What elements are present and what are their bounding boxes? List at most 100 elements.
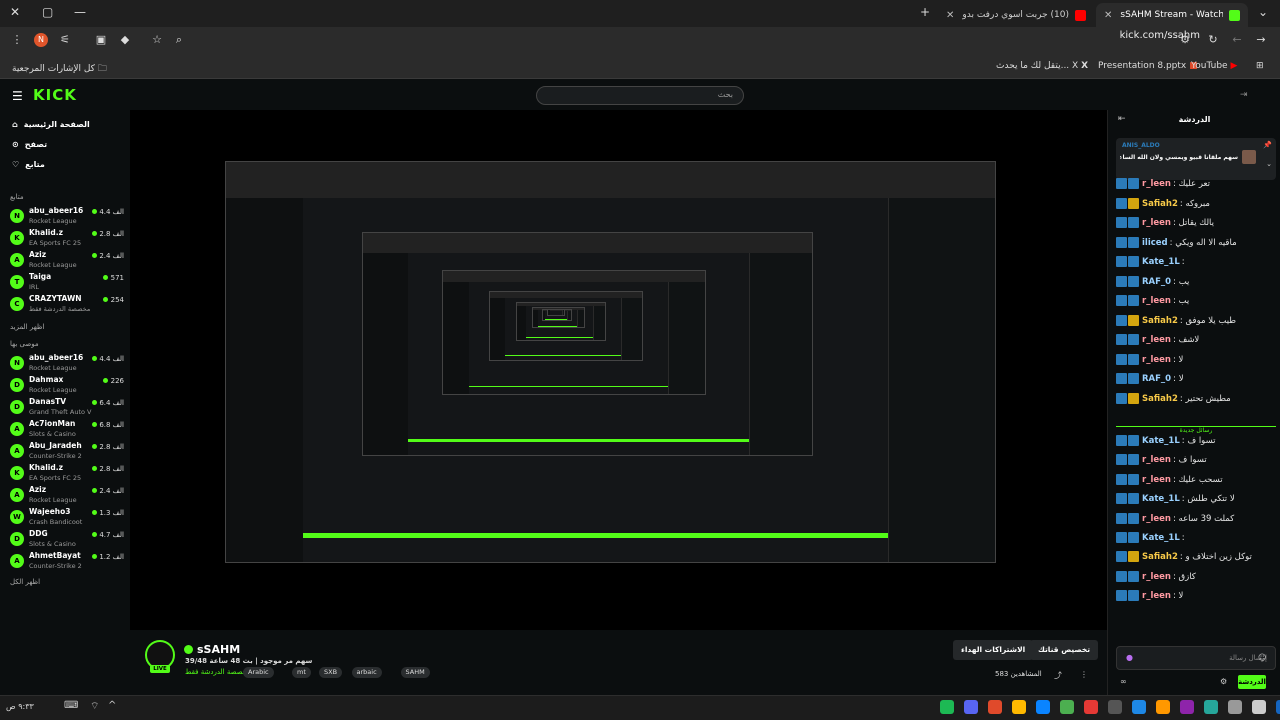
tray-chevron-icon[interactable]: ^: [108, 700, 116, 711]
sidebar-channel[interactable]: Nabu_abeer16 Rocket League 4.4 الف: [10, 353, 124, 375]
chat-message[interactable]: Safiah2: مطيش تحتير: [1116, 392, 1278, 411]
chat-message[interactable]: r_leen: تسحب عليك: [1116, 473, 1278, 492]
spotify-icon[interactable]: [940, 700, 954, 714]
show-all-recommended[interactable]: اظهر الكل: [10, 578, 40, 586]
tab-search-icon[interactable]: ⌄: [1258, 5, 1268, 19]
pinned-message[interactable]: ANIS_ALDO سهم ملقانا قبيو ويمسي ولان الل…: [1116, 138, 1276, 180]
close-window-icon[interactable]: ✕: [10, 5, 20, 19]
chat-username[interactable]: r_leen: [1142, 591, 1171, 601]
sidebar-channel[interactable]: D Dahmax Rocket League 226: [10, 375, 124, 397]
keyboard-icon[interactable]: ⌨: [64, 700, 78, 711]
sidebar-channel[interactable]: A Abu_Jaradeh Counter-Strike 2 2.8 الف: [10, 441, 124, 463]
chat-username[interactable]: Kate_1L: [1142, 533, 1180, 543]
chat-message[interactable]: Safiah2: طيب يلا موفق: [1116, 314, 1278, 333]
site-settings-icon[interactable]: ⚙: [1178, 33, 1192, 47]
sidebar-channel[interactable]: Nabu_abeer16 Rocket League 4.4 الف: [10, 206, 124, 228]
chat-username[interactable]: RAF_0: [1142, 374, 1171, 384]
chat-username[interactable]: r_leen: [1142, 296, 1171, 306]
chat-username[interactable]: r_leen: [1142, 514, 1171, 524]
back-icon[interactable]: →: [1254, 33, 1268, 47]
sidebar-channel[interactable]: T Taiga IRL 571: [10, 272, 124, 294]
menu-icon[interactable]: ⋮: [10, 33, 24, 47]
nav-home[interactable]: ⌂ الصفحة الرئيسية: [12, 120, 90, 129]
extensions-icon[interactable]: ⚟: [58, 33, 72, 47]
terminal-icon[interactable]: [1108, 700, 1122, 714]
nav-following[interactable]: ♡ متابع: [12, 160, 45, 169]
chat-message[interactable]: r_leen: كازق: [1116, 570, 1278, 589]
chat-message[interactable]: r_leen: يالك يقاتل: [1116, 217, 1278, 235]
taskview-icon[interactable]: [1228, 700, 1242, 714]
chat-username[interactable]: iliced: [1142, 238, 1168, 248]
chat-message[interactable]: Kate_1L:: [1116, 532, 1278, 550]
chat-message[interactable]: r_leen: تعر عليك: [1116, 178, 1278, 196]
puzzle-icon[interactable]: ▣: [94, 33, 108, 47]
close-tab-icon[interactable]: ✕: [946, 10, 954, 21]
notes-icon[interactable]: [1204, 700, 1218, 714]
streamer-name[interactable]: sSAHM: [197, 643, 240, 656]
chat-username[interactable]: r_leen: [1142, 455, 1171, 465]
kick-logo[interactable]: KICK: [33, 86, 77, 104]
sidebar-channel[interactable]: D DDG Slots & Casino 4.7 الف: [10, 529, 124, 551]
discord-icon[interactable]: [964, 700, 978, 714]
chrome-icon[interactable]: [988, 700, 1002, 714]
chat-username[interactable]: Kate_1L: [1142, 257, 1180, 267]
sidebar-channel[interactable]: A AhmetBayat Counter-Strike 2 1.2 الف: [10, 551, 124, 573]
chat-username[interactable]: Safiah2: [1142, 394, 1178, 404]
chat-username[interactable]: r_leen: [1142, 572, 1171, 582]
zoom-icon[interactable]: ⌕: [172, 33, 186, 47]
store-icon[interactable]: [1132, 700, 1146, 714]
sidebar-channel[interactable]: W Wajeeho3 Crash Bandicoot 1.3 الف: [10, 507, 124, 529]
sidebar-channel[interactable]: D DanasTV Grand Theft Auto V 6.4 الف: [10, 397, 124, 419]
chat-username[interactable]: Kate_1L: [1142, 494, 1180, 504]
collapse-icon[interactable]: ⇥: [1240, 90, 1248, 100]
wifi-icon[interactable]: ⌔: [90, 700, 99, 713]
sidebar-channel[interactable]: A Aziz Rocket League 2.4 الف: [10, 250, 124, 272]
chat-input[interactable]: إرسال رسالة: [1116, 646, 1276, 670]
tab-youtube[interactable]: ✕ (10) جربت اسوي درفت بدون ما: [938, 3, 1094, 27]
chat-username[interactable]: r_leen: [1142, 335, 1171, 345]
send-chat-button[interactable]: الدردشة: [1238, 675, 1266, 689]
chat-message[interactable]: Kate_1L:: [1116, 256, 1278, 274]
show-more-following[interactable]: اظهر المزيد: [10, 323, 44, 331]
bookmark-star-icon[interactable]: ☆: [150, 33, 164, 47]
search-input[interactable]: بحث: [536, 86, 744, 105]
chevron-down-icon[interactable]: ⌄: [1266, 160, 1272, 168]
maximize-window-icon[interactable]: ▢: [42, 5, 53, 19]
all-bookmarks[interactable]: كل الإشارات المرجعية 🗀: [12, 61, 107, 77]
chat-username[interactable]: Safiah2: [1142, 552, 1178, 562]
sidebar-channel[interactable]: K Khalid.z EA Sports FC 25 2.8 الف: [10, 463, 124, 485]
mic-icon[interactable]: ●: [1126, 653, 1133, 662]
chat-settings-icon[interactable]: ⚙: [1220, 677, 1227, 686]
bookmark-youtube[interactable]: YouTube ▶: [1191, 61, 1237, 71]
more-options-icon[interactable]: ⋮: [1080, 670, 1088, 679]
pin-icon[interactable]: 📌: [1263, 141, 1272, 149]
chat-username[interactable]: r_leen: [1142, 179, 1171, 189]
chat-username[interactable]: r_leen: [1142, 355, 1171, 365]
bookmark-presentation[interactable]: Presentation 8.pptx ■: [1098, 61, 1198, 71]
stream-tag[interactable]: SAHM: [400, 667, 430, 678]
stream-tag[interactable]: mt: [292, 667, 311, 678]
infinity-icon[interactable]: ∞: [1120, 677, 1127, 686]
chat-username[interactable]: Safiah2: [1142, 316, 1178, 326]
chat-message[interactable]: r_leen: كملت 39 ساعه: [1116, 512, 1278, 531]
chat-message[interactable]: r_leen: لا: [1116, 353, 1278, 372]
chat-username[interactable]: Safiah2: [1142, 199, 1178, 209]
start-icon[interactable]: [1276, 700, 1280, 714]
profile-avatar[interactable]: N: [34, 33, 48, 47]
stream-category[interactable]: مخصصة الدردشة فقط: [185, 668, 251, 676]
chat-message[interactable]: r_leen: يب: [1116, 295, 1278, 313]
hamburger-menu-icon[interactable]: ☰: [12, 89, 23, 103]
emoji-icon[interactable]: ☺: [1258, 653, 1266, 662]
chat-message[interactable]: Kate_1L: لا تتكي طلش: [1116, 493, 1278, 511]
chat-username[interactable]: Kate_1L: [1142, 436, 1180, 446]
chat-message[interactable]: r_leen: لاشف: [1116, 334, 1278, 352]
chat-message[interactable]: Kate_1L: تسوا ف: [1116, 435, 1278, 453]
youtube-app-icon[interactable]: [1084, 700, 1098, 714]
stream-tag[interactable]: arbaic: [351, 667, 382, 678]
close-tab-icon[interactable]: ✕: [1104, 10, 1112, 21]
customize-channel-button[interactable]: تخصيص قناتك: [1030, 640, 1099, 660]
kick-app-icon[interactable]: [1060, 700, 1074, 714]
nav-browse[interactable]: ⊙ تصفح: [12, 140, 47, 149]
chat-message[interactable]: RAF_0: يب: [1116, 275, 1278, 294]
chat-message[interactable]: Safiah2: توكل زين اختلاف و: [1116, 551, 1278, 569]
